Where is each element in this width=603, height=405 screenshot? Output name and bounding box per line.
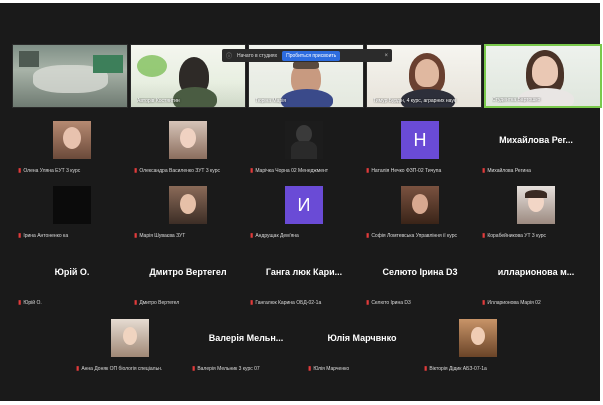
participant-name: Юлія Марченко [313,365,350,372]
participant-tile[interactable]: ▮ Олександра Василенко ЗУТ 3 курс [130,121,246,181]
participant-display-name: Ганга люк Кари... [265,267,343,277]
participant-tile[interactable]: ▮ Вікторія Дідик АБЗ-07-1а [420,319,536,379]
participant-display-name: Валерія Мельн... [208,333,284,343]
participant-name: Андрущак Дем'яна [255,232,299,239]
participant-name: Наталія Нечко ФЗП-02 Тичупа [371,167,442,174]
participant-name: Ірина Антоненко ка [23,232,69,239]
notification-action-button[interactable]: Пробиться присвоить [282,50,341,61]
participant-name: Олександра Василенко ЗУТ 3 курс [139,167,221,174]
mic-muted-icon: ▮ [18,168,22,174]
mic-muted-icon: ▮ [18,300,22,306]
participant-avatar-initial: И [285,186,323,224]
participant-tile[interactable]: Дмитро Вертегел ▮ Дмитро Вертегел [130,253,246,313]
participant-tile[interactable]: Юрій О. ▮ Юрій О. [14,253,130,313]
participant-display-name: Селюто Ірина D3 [382,267,458,277]
participant-name: Михайлова Регина [487,167,531,174]
participant-name: Селюто Ірина D3 [371,299,411,306]
participant-tile[interactable]: Селюто Ірина D3 ▮ Селюто Ірина D3 [362,253,478,313]
participant-display-name: илларионова м... [497,267,575,277]
notification-text: Начато в студиях [237,52,278,59]
video-label: Авторів Костянтин [137,98,180,104]
participant-tile[interactable]: ▮ Корабейникова УТ 3 курс [478,186,594,246]
close-icon[interactable]: × [384,53,388,59]
participant-display-name: Юрій О. [54,267,90,277]
participant-photo [169,186,207,224]
meeting-window: Авторів Костянтин Тюріна Марія Тимур Бур… [0,3,602,401]
mic-muted-icon: ▮ [134,300,138,306]
participant-name: Олена Уляна ЕУТ 3 курс [23,167,81,174]
participant-tile[interactable]: ▮ Марічка Чорна 02 Менеджмент [246,121,362,181]
participant-tile[interactable]: ▮ Софія Ломтевська Управління ії курс [362,186,478,246]
mic-muted-icon: ▮ [482,300,486,306]
participant-photo [401,186,439,224]
participant-name: Анна Доняк ОП біологія спеціальн. [81,365,163,372]
mic-muted-icon: ▮ [76,366,80,372]
participant-tile[interactable]: илларионова м... ▮ Илларионова Марія 02 [478,253,594,313]
participant-tile[interactable]: ▮ Марія Шуваєва ЗУТ [130,186,246,246]
participant-name: Марія Шуваєва ЗУТ [139,232,186,239]
participant-photo [517,186,555,224]
participant-name: Дмитро Вертегел [139,299,180,306]
participant-name: Корабейникова УТ 3 курс [487,232,547,239]
participant-tile[interactable]: Валерія Мельн... ▮ Валерія Мельник 3 курс… [188,319,304,379]
participant-tile[interactable]: Ганга люк Кари... ▮ Гангалюк Карина ОБД-0… [246,253,362,313]
video-label: Студентка Бартошко [492,97,541,103]
mic-muted-icon: ▮ [482,233,486,239]
mic-muted-icon: ▮ [366,233,370,239]
participant-display-name: Юлія Марчвнко [327,333,397,343]
mic-muted-icon: ▮ [250,300,254,306]
mic-muted-icon: ▮ [18,233,22,239]
participant-name: Валерія Мельник 3 курс 07 [197,365,260,372]
participant-tile[interactable]: ▮ Олена Уляна ЕУТ 3 курс [14,121,130,181]
participant-display-name: Дмитро Вертегел [149,267,227,277]
video-label: Тюріна Марія [255,98,287,104]
participant-name: Юрій О. [23,299,42,306]
participant-tile[interactable]: И ▮ Андрущак Дем'яна [246,186,362,246]
participant-tile[interactable]: Юлія Марчвнко ▮ Юлія Марченко [304,319,420,379]
video-tile-room[interactable] [12,44,128,108]
mic-muted-icon: ▮ [250,233,254,239]
mic-muted-icon: ▮ [366,168,370,174]
participant-photo [459,319,497,357]
video-label: Тимур Бурдін, 4 курс, аграрних наук [373,98,457,104]
participant-name: Илларионова Марія 02 [487,299,541,306]
participant-photo [285,121,323,159]
participant-name: Гангалюк Карина ОБД-02-1а [255,299,322,306]
participant-tile[interactable]: ▮ Ірина Антоненко ка [14,186,130,246]
participant-name: Вікторія Дідик АБЗ-07-1а [429,365,487,372]
participant-photo [111,319,149,357]
participant-name: Марічка Чорна 02 Менеджмент [255,167,329,174]
participant-photo [53,186,91,224]
participant-photo [53,121,91,159]
mic-muted-icon: ▮ [250,168,254,174]
participant-display-name: Михайлова Рег... [499,135,573,145]
mic-muted-icon: ▮ [192,366,196,372]
info-icon: ⓘ [226,54,233,60]
mic-muted-icon: ▮ [366,300,370,306]
participant-name: Софія Ломтевська Управління ії курс [371,232,457,239]
participant-avatar-initial: Н [401,121,439,159]
recording-notification: ⓘ Начато в студиях Пробиться присвоить × [222,49,392,62]
participant-tile[interactable]: ▮ Анна Доняк ОП біологія спеціальн. [72,319,188,379]
mic-muted-icon: ▮ [134,168,138,174]
mic-muted-icon: ▮ [308,366,312,372]
mic-muted-icon: ▮ [482,168,486,174]
participant-tile[interactable]: Михайлова Рег... ▮ Михайлова Регина [478,121,594,181]
video-tile-active-speaker[interactable]: Студентка Бартошко [484,44,602,108]
mic-muted-icon: ▮ [134,233,138,239]
participant-photo [169,121,207,159]
participant-tile[interactable]: Н ▮ Наталія Нечко ФЗП-02 Тичупа [362,121,478,181]
mic-muted-icon: ▮ [424,366,428,372]
